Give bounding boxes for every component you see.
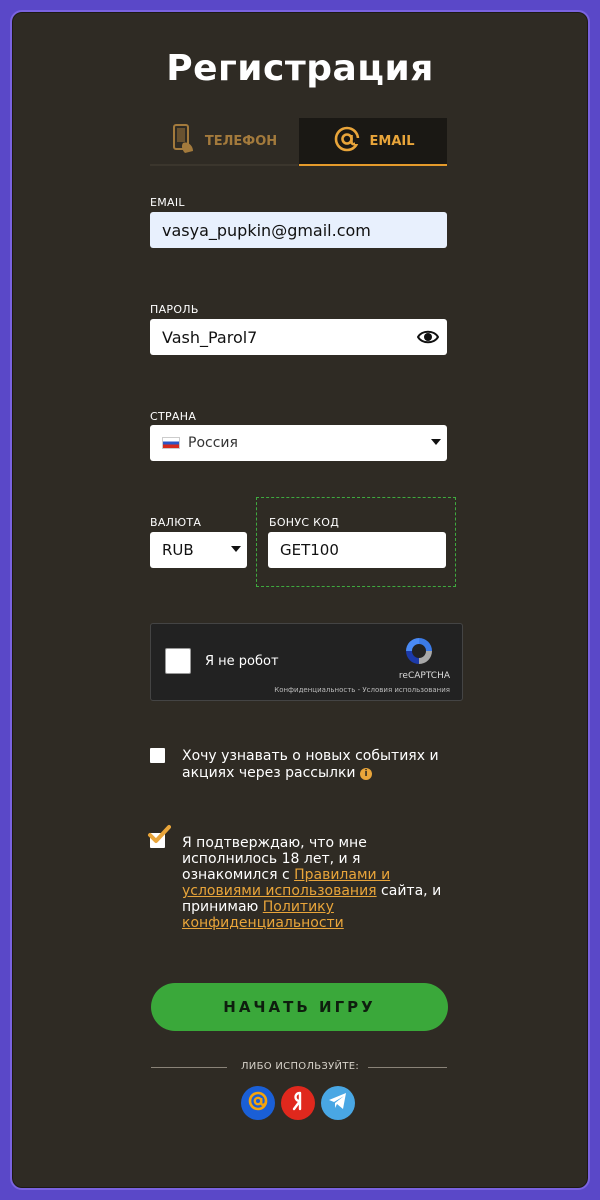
email-value: vasya_pupkin@gmail.com (162, 220, 371, 240)
russia-flag-icon (162, 437, 180, 449)
password-field[interactable]: Vash_Parol7 (150, 319, 447, 355)
tab-phone-label: ТЕЛЕФОН (204, 133, 278, 149)
page-title: Регистрация (166, 48, 434, 89)
email-label: EMAIL (150, 196, 185, 209)
mail-ru-icon (246, 1089, 270, 1117)
password-label: ПАРОЛЬ (150, 303, 199, 316)
phone-icon (171, 123, 197, 159)
tab-phone[interactable]: ТЕЛЕФОН (150, 118, 298, 166)
bonus-code-value: GET100 (280, 541, 339, 559)
show-password-eye-icon[interactable] (416, 328, 440, 350)
yandex-icon (288, 1090, 308, 1116)
chevron-down-icon (231, 546, 241, 552)
bonus-code-field[interactable]: GET100 (268, 532, 446, 568)
password-value: Vash_Parol7 (162, 327, 258, 347)
agree-label: Я подтверждаю, что мне исполнилось 18 ле… (182, 835, 452, 931)
newsletter-checkbox[interactable] (150, 748, 165, 763)
currency-value: RUB (162, 541, 194, 559)
at-sign-icon (332, 124, 362, 158)
recaptcha-brand: reCAPTCHA (398, 671, 450, 681)
recaptcha-widget: Я не робот reCAPTCHA Конфиденциальность … (150, 623, 463, 701)
checkmark-icon (147, 824, 171, 850)
currency-select[interactable]: RUB (150, 532, 247, 568)
recaptcha-checkbox[interactable] (165, 648, 191, 674)
newsletter-text: Хочу узнавать о новых событиях и акциях … (182, 748, 439, 781)
recaptcha-links[interactable]: Конфиденциальность - Условия использован… (274, 686, 450, 694)
country-value: Россия (188, 435, 238, 451)
newsletter-label: Хочу узнавать о новых событиях и акциях … (182, 748, 462, 782)
bonus-code-label: БОНУС КОД (269, 516, 340, 529)
country-select[interactable]: Россия (150, 425, 447, 461)
mail-ru-login-button[interactable] (241, 1086, 275, 1120)
or-use-label: ЛИБО ИСПОЛЬЗУЙТЕ: (240, 1061, 360, 1072)
recaptcha-label: Я не робот (205, 654, 279, 669)
auth-method-tabs: ТЕЛЕФОН EMAIL (150, 118, 447, 166)
info-icon[interactable]: i (359, 768, 372, 780)
email-field[interactable]: vasya_pupkin@gmail.com (150, 212, 447, 248)
telegram-login-button[interactable] (321, 1086, 355, 1120)
yandex-login-button[interactable] (281, 1086, 315, 1120)
currency-label: ВАЛЮТА (150, 516, 202, 529)
tab-email-label: EMAIL (369, 133, 415, 149)
recaptcha-logo-icon (402, 634, 436, 672)
telegram-icon (328, 1092, 348, 1114)
tab-email[interactable]: EMAIL (299, 118, 447, 166)
chevron-down-icon (431, 439, 441, 445)
country-label: СТРАНА (150, 410, 197, 423)
start-game-button[interactable]: НАЧАТЬ ИГРУ (151, 983, 448, 1031)
